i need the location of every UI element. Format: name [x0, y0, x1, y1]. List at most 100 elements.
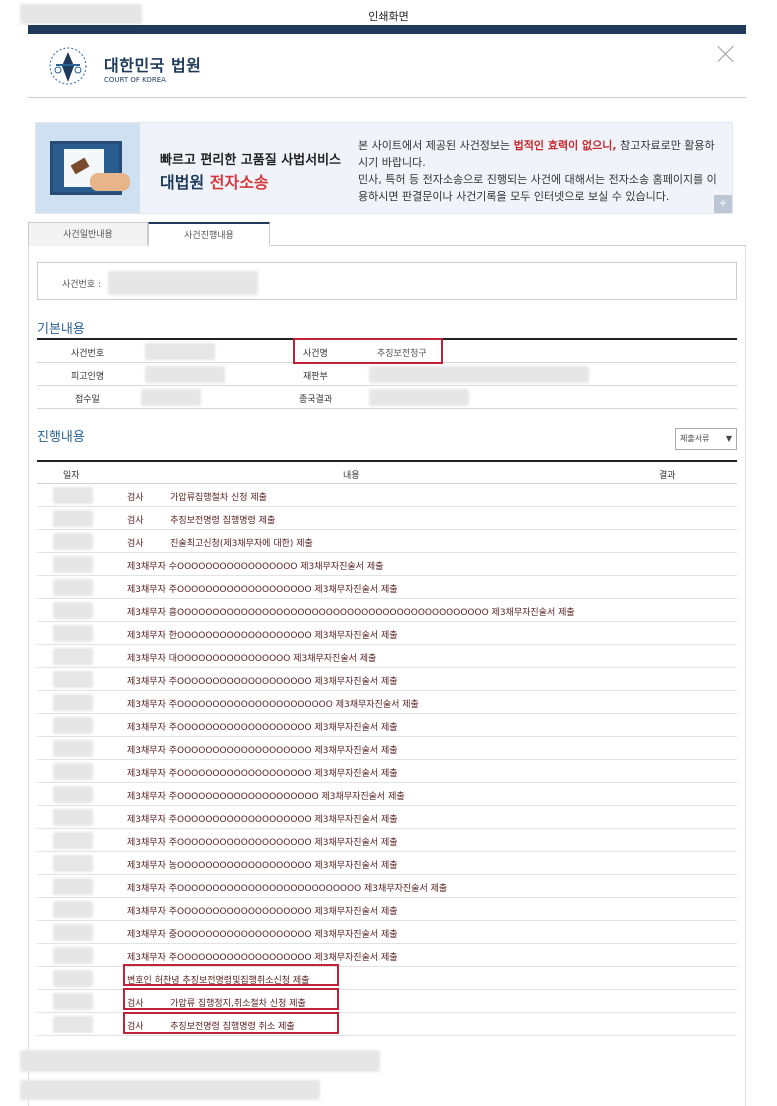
progress-row: 제3채무자 수OOOOOOOOOOOOOOOOO 제3채무자진술서 제출 [37, 553, 737, 576]
basic-row: 접수일 종국결과 [37, 386, 737, 409]
defendant-label: 피고인명 [71, 372, 105, 382]
redacted-date [53, 809, 93, 826]
progress-row: 제3채무자 주OOOOOOOOOOOOOOOOOOO 제3채무자진술서 제출 [37, 829, 737, 852]
notice-text-3: 민사, 특허 등 전자소송으로 진행되는 사건에 대해서는 전자소송 홈페이지를… [358, 173, 717, 203]
progress-row-text: 제3채무자 주OOOOOOOOOOOOOOOOOOO 제3채무자진술서 제출 [127, 769, 398, 779]
progress-row: 제3채무자 주OOOOOOOOOOOOOOOOOOO 제3채무자진술서 제출 [37, 668, 737, 691]
banner-headline: 빠르고 편리한 고품질 사법서비스 [160, 153, 342, 168]
progress-row-text: 검사 가압류 집행정지,취소절차 신청 제출 [127, 999, 306, 1009]
header-navy-bar [28, 25, 746, 34]
progress-row-text: 검사 진술최고신청(제3채무자에 대한) 제출 [127, 539, 313, 549]
logo-subtitle: COURT OF KOREA [104, 76, 166, 84]
redacted-date [53, 671, 93, 688]
redacted-date [53, 947, 93, 964]
case-tabs: 사건일반내용 사건진행내용 [28, 222, 746, 246]
case-name-value: 추징보전청구 [377, 349, 427, 359]
progress-row-text: 제3채무자 주OOOOOOOOOOOOOOOOOOOOOOOOOO 제3채무자진… [127, 884, 448, 894]
progress-header: 일자 내용 결과 [37, 462, 737, 484]
tab-case-progress[interactable]: 사건진행내용 [148, 222, 270, 246]
progress-row-text: 제3채무자 대OOOOOOOOOOOOOOOO 제3채무자진술서 제출 [127, 654, 377, 664]
redacted-footer [20, 1050, 380, 1072]
redacted-value [369, 389, 469, 406]
redacted-date [53, 855, 93, 872]
progress-row: 제3채무자 흥OOOOOOOOOOOOOOOOOOOOOOOOOOOOOOOOO… [37, 599, 737, 622]
redacted-date [53, 510, 93, 527]
ecourt-illustration [36, 123, 140, 213]
redacted-date [53, 786, 93, 803]
col-content: 내용 [343, 471, 360, 481]
logo-title: 대한민국 법원 [104, 56, 202, 75]
redacted-date [53, 1016, 93, 1033]
chevron-down-icon: ▼ [725, 434, 732, 443]
progress-row-text: 제3채무자 주OOOOOOOOOOOOOOOOOOO 제3채무자진술서 제출 [127, 815, 398, 825]
basic-info-title: 기본내용 [37, 322, 85, 337]
ecourt-banner[interactable]: 빠르고 편리한 고품질 사법서비스 대법원 전자소송 본 사이트에서 제공된 사… [35, 122, 733, 214]
case-no-label: 사건번호 [71, 349, 105, 359]
progress-row-text: 검사 가압류집행절차 신청 제출 [127, 493, 267, 503]
progress-row: 변호인 허찬녕 추징보전명령및집행취소신청 제출 [37, 967, 737, 990]
court-header: 대한민국 법원 COURT OF KOREA [28, 34, 746, 98]
result-label: 종국결과 [299, 395, 333, 405]
redacted-date [53, 579, 93, 596]
case-content: 사건번호 : 기본내용 사건번호 사건명 추징보전청구 피고인명 재판부 접수일… [28, 246, 746, 1106]
progress-row: 검사 진술최고신청(제3채무자에 대한) 제출 [37, 530, 737, 553]
progress-row: 제3채무자 주OOOOOOOOOOOOOOOOOOO 제3채무자진술서 제출 [37, 898, 737, 921]
progress-row: 검사 가압류 집행정지,취소절차 신청 제출 [37, 990, 737, 1013]
redacted-case-number [108, 271, 258, 295]
progress-row-text: 제3채무자 주OOOOOOOOOOOOOOOOOOO 제3채무자진술서 제출 [127, 907, 398, 917]
case-number-box: 사건번호 : [37, 262, 737, 300]
progress-row-text: 제3채무자 주OOOOOOOOOOOOOOOOOOO 제3채무자진술서 제출 [127, 953, 398, 963]
redacted-date [53, 648, 93, 665]
redacted-date [53, 602, 93, 619]
basic-row: 피고인명 재판부 [37, 363, 737, 386]
banner-brand: 대법원 전자소송 [160, 169, 269, 193]
plus-icon[interactable]: + [714, 195, 732, 213]
progress-row: 검사 추징보전명령 집행명령 제출 [37, 507, 737, 530]
progress-row: 검사 가압류집행절차 신청 제출 [37, 484, 737, 507]
progress-row-text: 검사 추징보전명령 집행명령 취소 제출 [127, 1022, 295, 1032]
redacted-date [53, 487, 93, 504]
court-label: 재판부 [303, 372, 328, 382]
progress-row: 제3채무자 주OOOOOOOOOOOOOOOOOOO 제3채무자진술서 제출 [37, 737, 737, 760]
banner-notice: 본 사이트에서 제공된 사건정보는 법적인 효력이 없으니, 참고자료로만 활용… [358, 137, 720, 205]
document-type-select[interactable]: 제출서류 ▼ [675, 428, 737, 450]
court-emblem-icon [49, 47, 87, 85]
redacted-value [141, 389, 201, 406]
progress-row: 제3채무자 주OOOOOOOOOOOOOOOOOOOOOO 제3채무자진술서 제… [37, 691, 737, 714]
progress-row-text: 제3채무자 주OOOOOOOOOOOOOOOOOOO 제3채무자진술서 제출 [127, 746, 398, 756]
close-icon[interactable] [716, 44, 736, 64]
case-number-label: 사건번호 : [62, 280, 102, 290]
redacted-value [145, 366, 225, 383]
progress-row: 제3채무자 주OOOOOOOOOOOOOOOOOOO 제3채무자진술서 제출 [37, 760, 737, 783]
progress-rows: 검사 가압류집행절차 신청 제출검사 추징보전명령 집행명령 제출검사 진술최고… [37, 484, 737, 1036]
progress-row-text: 제3채무자 한OOOOOOOOOOOOOOOOOOO 제3채무자진술서 제출 [127, 631, 398, 641]
progress-row: 제3채무자 대OOOOOOOOOOOOOOOO 제3채무자진술서 제출 [37, 645, 737, 668]
progress-row-text: 제3채무자 주OOOOOOOOOOOOOOOOOOO 제3채무자진술서 제출 [127, 677, 398, 687]
hand-icon [90, 173, 130, 191]
progress-row: 제3채무자 주OOOOOOOOOOOOOOOOOOO 제3채무자진술서 제출 [37, 714, 737, 737]
select-value: 제출서류 [680, 434, 710, 443]
basic-row: 사건번호 사건명 추징보전청구 [37, 340, 737, 363]
redacted-date [53, 533, 93, 550]
progress-row-text: 제3채무자 농OOOOOOOOOOOOOOOOOOO 제3채무자진술서 제출 [127, 861, 398, 871]
progress-row: 제3채무자 주OOOOOOOOOOOOOOOOOOO 제3채무자진술서 제출 [37, 806, 737, 829]
basic-info-table: 사건번호 사건명 추징보전청구 피고인명 재판부 접수일 종국결과 [37, 338, 737, 409]
redacted-date [53, 694, 93, 711]
progress-title: 진행내용 [37, 430, 85, 445]
redacted-date [53, 763, 93, 780]
progress-row: 제3채무자 주OOOOOOOOOOOOOOOOOOOO 제3채무자진술서 제출 [37, 783, 737, 806]
case-name-label: 사건명 [303, 349, 328, 359]
progress-row: 제3채무자 주OOOOOOOOOOOOOOOOOOO 제3채무자진술서 제출 [37, 944, 737, 967]
redacted-date [53, 717, 93, 734]
progress-table: 일자 내용 결과 검사 가압류집행절차 신청 제출검사 추징보전명령 집행명령 … [37, 460, 737, 1036]
redacted-value [369, 366, 589, 383]
progress-row: 제3채무자 주OOOOOOOOOOOOOOOOOOO 제3채무자진술서 제출 [37, 576, 737, 599]
banner-brand-highlight: 전자소송 [209, 173, 269, 192]
progress-row-text: 제3채무자 주OOOOOOOOOOOOOOOOOOO 제3채무자진술서 제출 [127, 838, 398, 848]
tab-case-general[interactable]: 사건일반내용 [28, 222, 148, 246]
progress-row-text: 제3채무자 주OOOOOOOOOOOOOOOOOOOOOO 제3채무자진술서 제… [127, 700, 419, 710]
banner-brand-prefix: 대법원 [160, 173, 205, 192]
redacted-date [53, 970, 93, 987]
redacted-footer [20, 1080, 320, 1100]
progress-row-text: 제3채무자 주OOOOOOOOOOOOOOOOOOO 제3채무자진술서 제출 [127, 585, 398, 595]
